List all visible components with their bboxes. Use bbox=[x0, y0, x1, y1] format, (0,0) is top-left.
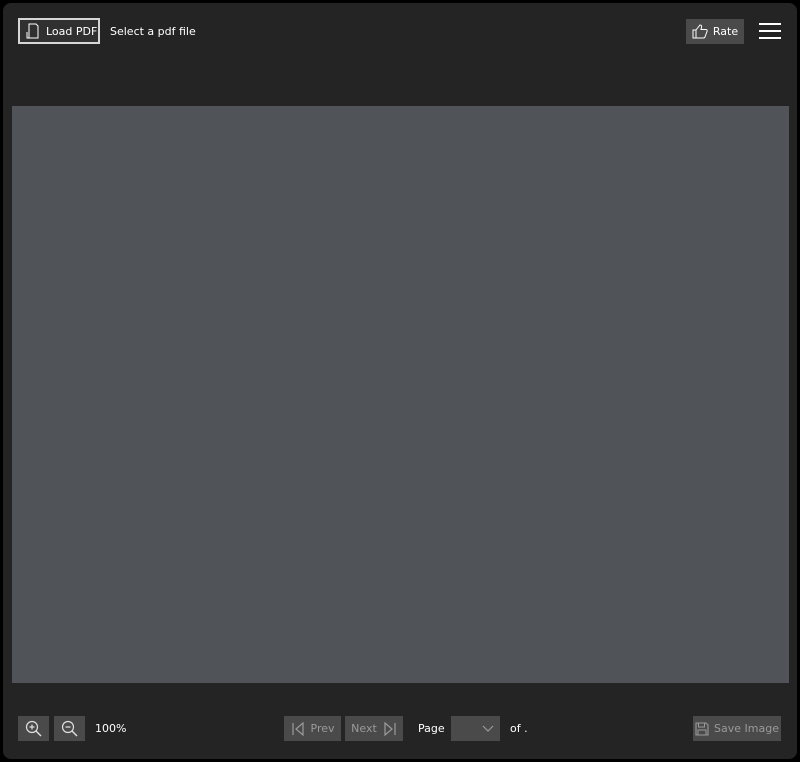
prev-label: Prev bbox=[310, 722, 335, 735]
rate-button[interactable]: Rate bbox=[686, 19, 744, 44]
save-image-label: Save Image bbox=[714, 722, 779, 735]
next-page-button[interactable]: Next bbox=[345, 716, 403, 741]
pdf-viewer-window: Load PDF Select a pdf file Rate 100% Pre… bbox=[3, 3, 797, 759]
zoom-out-button[interactable] bbox=[54, 716, 85, 741]
skip-next-icon bbox=[384, 721, 396, 736]
bottom-toolbar: 100% Prev Next Page of . Save Image bbox=[3, 703, 797, 759]
zoom-out-icon bbox=[61, 720, 78, 737]
floppy-disk-icon bbox=[695, 721, 709, 736]
page-count-text: of . bbox=[510, 722, 528, 735]
page-number-select[interactable] bbox=[451, 716, 500, 741]
zoom-in-button[interactable] bbox=[18, 716, 49, 741]
rate-label: Rate bbox=[712, 25, 739, 38]
pdf-page-canvas[interactable] bbox=[12, 106, 789, 683]
zoom-in-icon bbox=[25, 720, 42, 737]
next-label: Next bbox=[351, 722, 377, 735]
chevron-down-icon bbox=[482, 725, 494, 732]
document-icon bbox=[26, 23, 39, 39]
menu-line bbox=[759, 30, 781, 32]
menu-line bbox=[759, 37, 781, 39]
menu-line bbox=[759, 23, 781, 25]
file-status-text: Select a pdf file bbox=[110, 25, 196, 38]
top-toolbar: Load PDF Select a pdf file Rate bbox=[3, 3, 797, 63]
page-label: Page bbox=[418, 722, 445, 735]
thumbs-up-icon bbox=[692, 24, 708, 39]
save-image-button[interactable]: Save Image bbox=[693, 716, 781, 741]
load-pdf-label: Load PDF bbox=[46, 24, 98, 38]
load-pdf-button[interactable]: Load PDF bbox=[18, 18, 100, 44]
prev-page-button[interactable]: Prev bbox=[284, 716, 341, 741]
zoom-level-text: 100% bbox=[95, 722, 127, 735]
skip-previous-icon bbox=[291, 721, 304, 736]
hamburger-menu-icon[interactable] bbox=[759, 21, 781, 41]
